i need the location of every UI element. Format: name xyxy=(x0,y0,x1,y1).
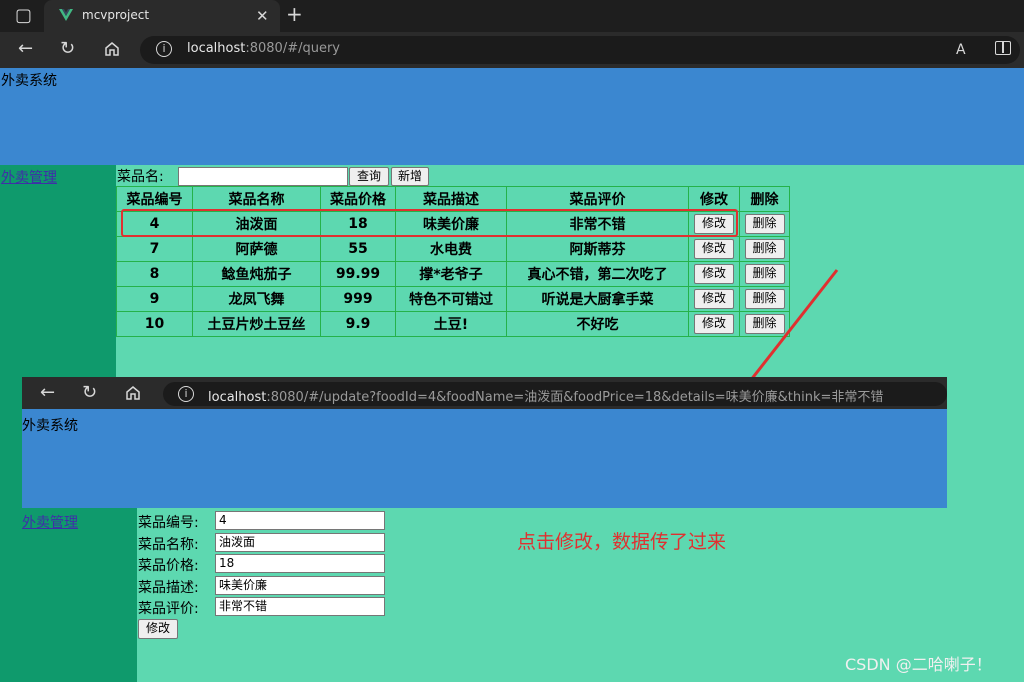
cell-id: 8 xyxy=(116,261,193,287)
home-icon[interactable] xyxy=(103,40,121,62)
update-app-title: 外卖系统 xyxy=(22,418,78,434)
column-header: 修改 xyxy=(688,186,740,212)
update-back-icon[interactable]: ← xyxy=(40,383,55,403)
refresh-icon[interactable]: ↻ xyxy=(60,39,75,59)
cell-desc: 水电费 xyxy=(395,236,507,262)
cell-review: 听说是大厨拿手菜 xyxy=(506,286,689,312)
update-url-text[interactable]: localhost:8080/#/update?foodId=4&foodNam… xyxy=(208,386,883,405)
cell-review: 真心不错，第二次吃了 xyxy=(506,261,689,287)
edit-button[interactable]: 修改 xyxy=(694,239,734,259)
field-input-desc[interactable]: 味美价廉 xyxy=(215,576,385,595)
highlight-box xyxy=(121,209,738,237)
cell-price: 99.99 xyxy=(320,261,396,287)
query-button[interactable]: 查询 xyxy=(349,167,389,186)
cell-name: 鲶鱼炖茄子 xyxy=(192,261,321,287)
field-label-name: 菜品名称: xyxy=(138,537,199,553)
url-text[interactable]: localhost:8080/#/query xyxy=(187,41,340,56)
column-header: 删除 xyxy=(739,186,790,212)
cell-price: 9.9 xyxy=(320,311,396,337)
field-input-review[interactable]: 非常不错 xyxy=(215,597,385,616)
update-app-header xyxy=(22,409,947,508)
update-sidebar-link[interactable]: 外卖管理 xyxy=(22,512,78,532)
sidebar-link-takeout-management[interactable]: 外卖管理 xyxy=(1,167,57,187)
cell-desc: 特色不可错过 xyxy=(395,286,507,312)
tab-title: mcvproject xyxy=(82,8,150,22)
cell-desc: 土豆! xyxy=(395,311,507,337)
cell-edit: 修改 xyxy=(688,236,740,262)
cell-id: 10 xyxy=(116,311,193,337)
field-input-id[interactable]: 4 xyxy=(215,511,385,530)
field-input-price[interactable]: 18 xyxy=(215,554,385,573)
delete-button[interactable]: 删除 xyxy=(744,214,785,234)
submit-update-button[interactable]: 修改 xyxy=(138,619,178,639)
update-refresh-icon[interactable]: ↻ xyxy=(82,383,97,403)
cell-name: 土豆片炒土豆丝 xyxy=(192,311,321,337)
search-input[interactable] xyxy=(178,167,348,186)
column-header: 菜品描述 xyxy=(395,186,507,212)
info-icon[interactable]: i xyxy=(156,41,172,57)
search-label: 菜品名: xyxy=(117,169,164,185)
table-header-row: 菜品编号 菜品名称 菜品价格 菜品描述 菜品评价 修改 删除 xyxy=(116,186,790,212)
cell-price: 999 xyxy=(320,286,396,312)
cell-desc: 撑*老爷子 xyxy=(395,261,507,287)
annotation-text: 点击修改，数据传了过来 xyxy=(517,531,727,553)
vue-logo-icon xyxy=(58,7,74,23)
update-home-icon[interactable] xyxy=(124,384,142,406)
cell-id: 7 xyxy=(116,236,193,262)
update-info-icon[interactable]: i xyxy=(178,386,194,402)
sidebar-toggle-icon[interactable]: ▢ xyxy=(15,6,32,26)
field-label-review: 菜品评价: xyxy=(138,601,199,617)
delete-button[interactable]: 删除 xyxy=(744,239,785,259)
cell-id: 9 xyxy=(116,286,193,312)
watermark: CSDN @二哈喇子！ xyxy=(845,655,992,674)
add-button[interactable]: 新增 xyxy=(391,167,429,186)
back-icon[interactable]: ← xyxy=(18,39,33,59)
column-header: 菜品编号 xyxy=(116,186,193,212)
cell-price: 55 xyxy=(320,236,396,262)
browser-tab[interactable] xyxy=(44,0,280,32)
cell-review: 阿斯蒂芬 xyxy=(506,236,689,262)
column-header: 菜品评价 xyxy=(506,186,689,212)
cell-name: 龙凤飞舞 xyxy=(192,286,321,312)
update-sidebar xyxy=(22,508,137,682)
table-row: 7 阿萨德 55 水电费 阿斯蒂芬 修改 删除 xyxy=(116,236,790,262)
app-header xyxy=(0,68,1024,165)
field-label-desc: 菜品描述: xyxy=(138,580,199,596)
close-tab-icon[interactable]: ✕ xyxy=(256,6,269,26)
column-header: 菜品名称 xyxy=(192,186,321,212)
app-title: 外卖系统 xyxy=(1,73,57,89)
field-label-price: 菜品价格: xyxy=(138,558,199,574)
field-input-name[interactable]: 油泼面 xyxy=(215,533,385,552)
field-label-id: 菜品编号: xyxy=(138,515,199,531)
split-screen-icon[interactable] xyxy=(995,41,1011,55)
new-tab-icon[interactable]: + xyxy=(286,4,303,24)
column-header: 菜品价格 xyxy=(320,186,396,212)
cell-delete: 删除 xyxy=(739,211,790,237)
cell-name: 阿萨德 xyxy=(192,236,321,262)
cell-delete: 删除 xyxy=(739,236,790,262)
cell-review: 不好吃 xyxy=(506,311,689,337)
read-aloud-icon[interactable]: A xyxy=(956,40,966,60)
